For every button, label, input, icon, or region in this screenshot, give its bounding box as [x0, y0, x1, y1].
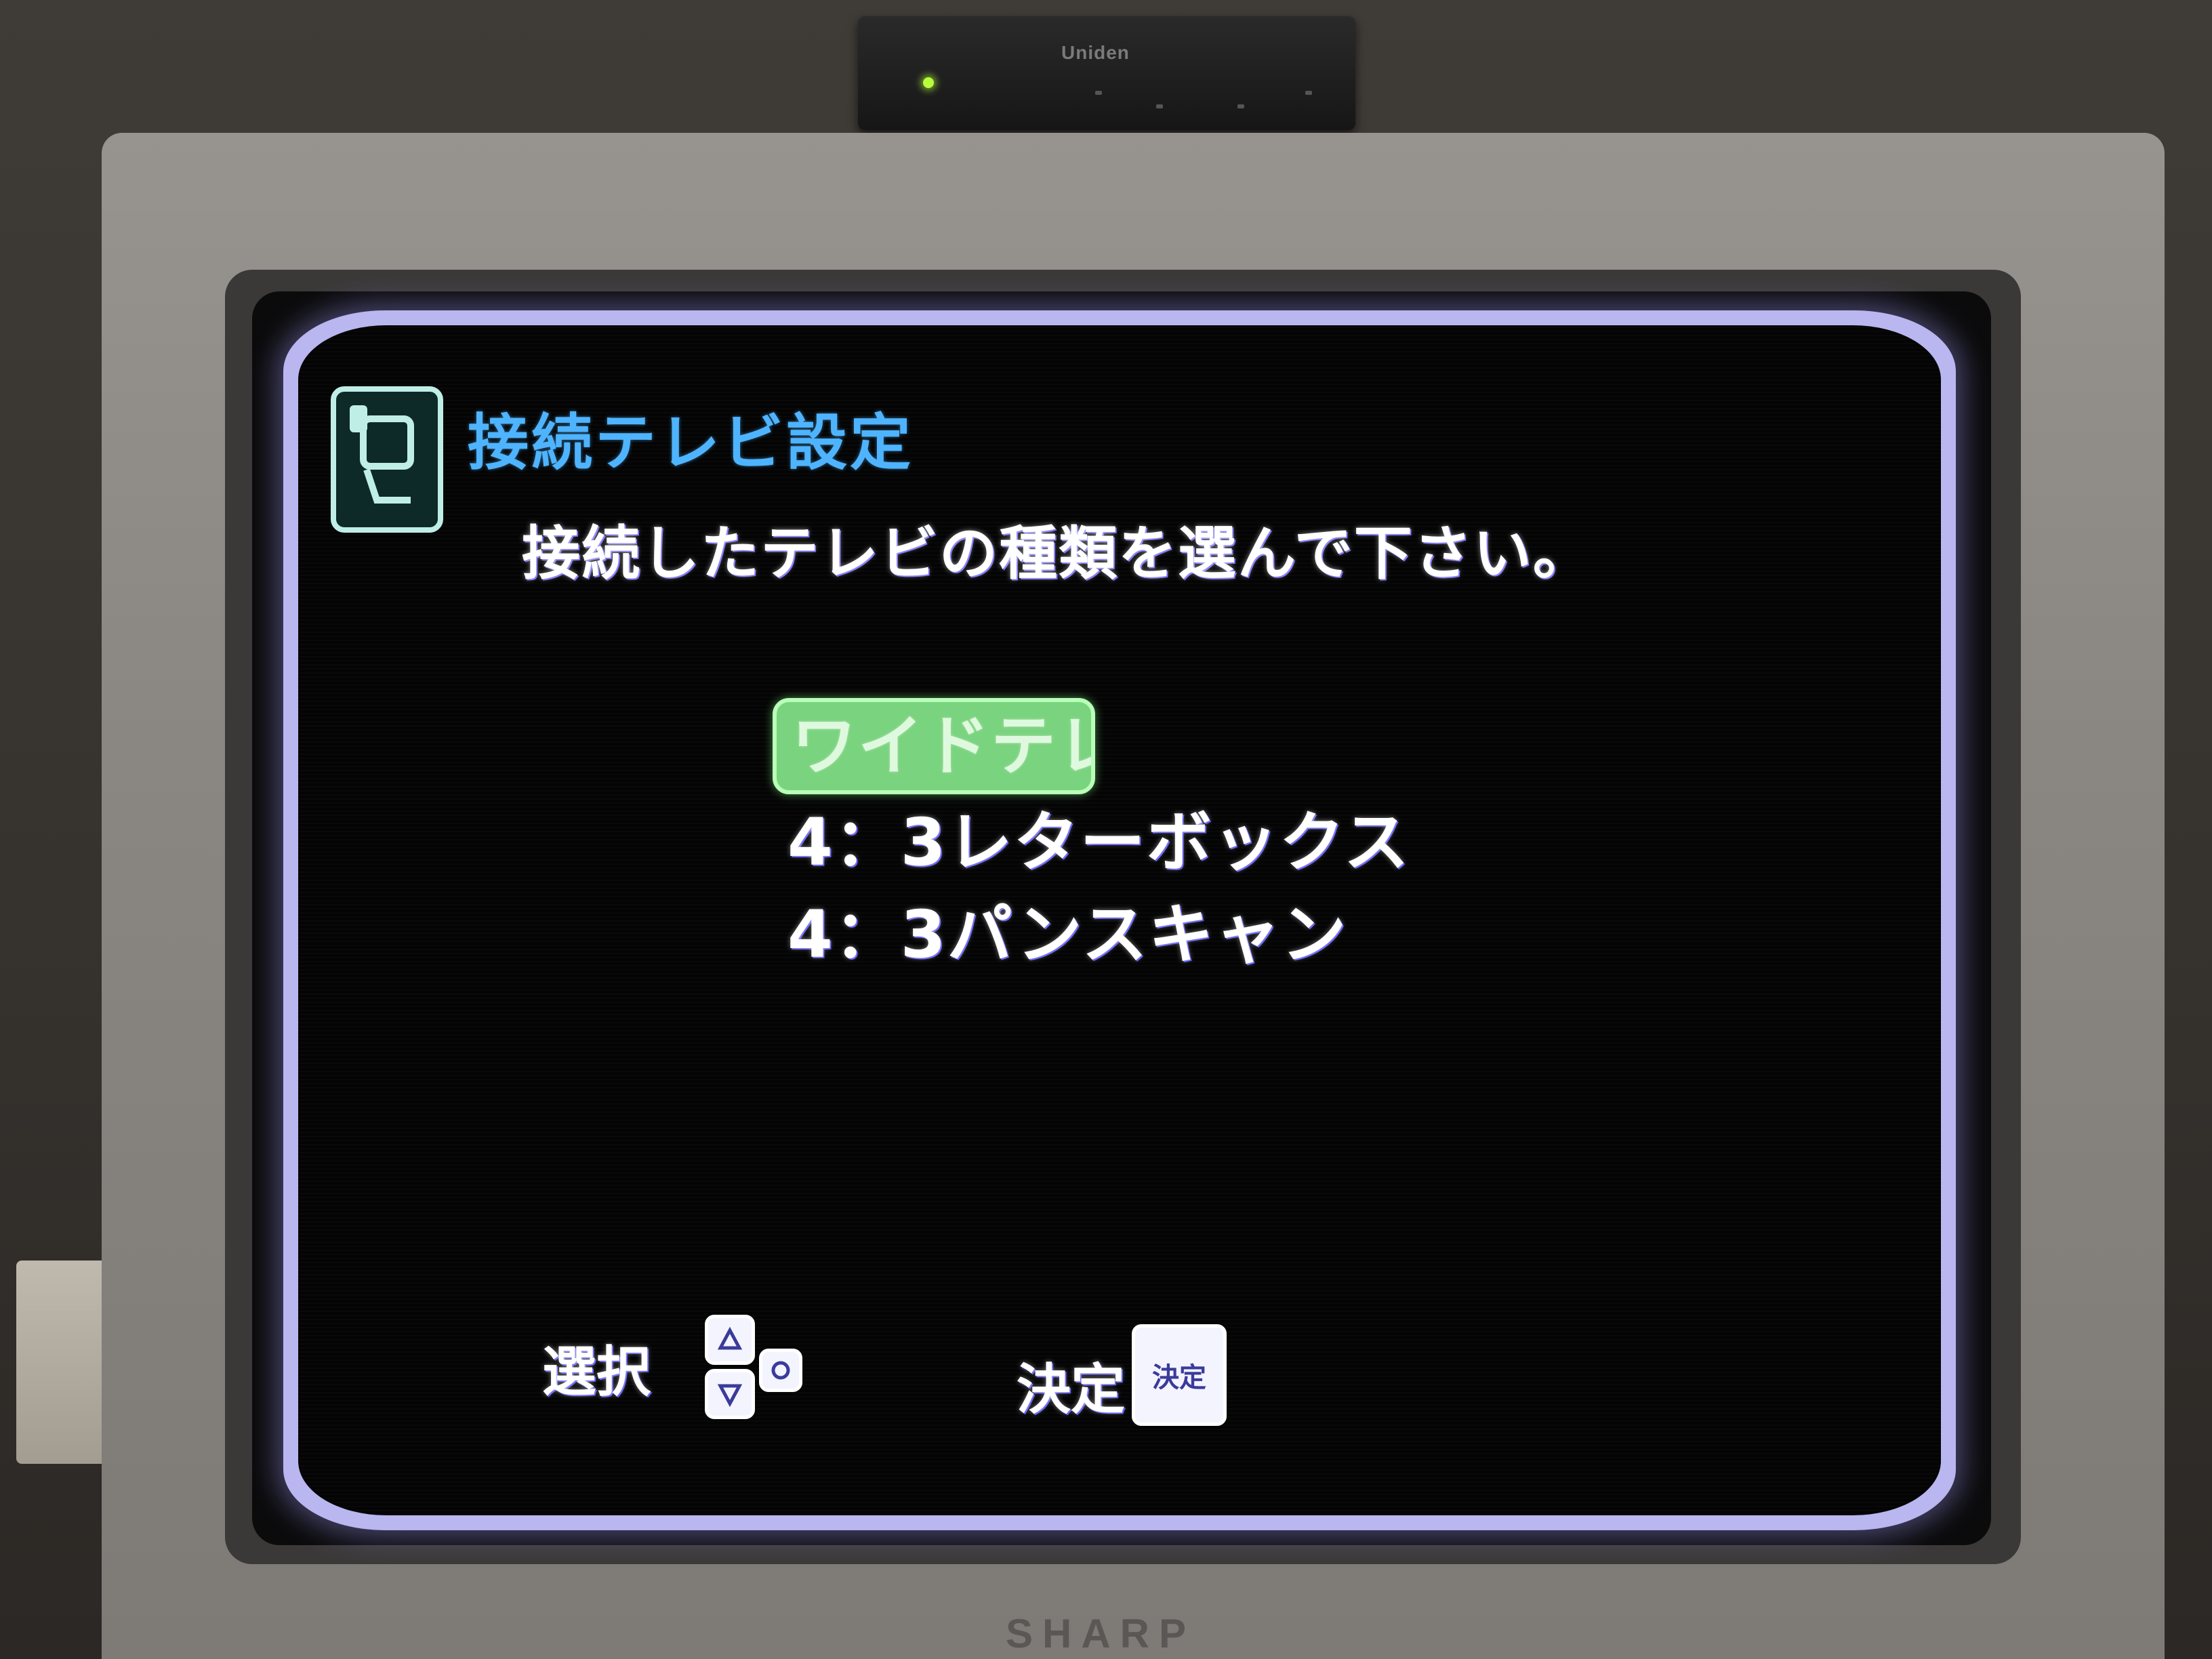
tv-brand: SHARP — [1005, 1611, 1196, 1656]
indicator-light-icon — [1305, 91, 1312, 95]
confirm-key[interactable]: 決定 — [1132, 1324, 1227, 1426]
option-panscan[interactable]: 4：3パンスキャン — [773, 890, 1425, 979]
tuner-box: Uniden — [858, 16, 1355, 130]
option-wide-tv[interactable]: ワイドテレビ — [773, 698, 1095, 794]
connection-settings-icon — [331, 386, 443, 533]
indicator-light-icon — [1237, 104, 1244, 108]
page-title: 接続テレビ設定 — [468, 407, 914, 478]
tv-connection-icon — [350, 405, 414, 504]
indicator-light-icon — [1156, 104, 1163, 108]
tv-screen: 接続テレビ設定 接続したテレビの種類を選んで下さい。 ワイドテレビ 4：3レター… — [298, 325, 1941, 1515]
down-arrow-icon[interactable] — [705, 1369, 755, 1419]
instruction-text: 接続したテレビの種類を選んで下さい。 — [522, 520, 1593, 588]
indicator-light-icon — [1095, 91, 1102, 95]
tuner-brand: Uniden — [1061, 42, 1130, 63]
confirm-key-label: 決定 — [1152, 1362, 1206, 1393]
power-led-icon — [923, 77, 934, 88]
up-arrow-icon[interactable] — [705, 1315, 755, 1365]
select-hint-label: 選択 — [542, 1340, 651, 1404]
confirm-hint-label: 決定 — [1017, 1358, 1125, 1421]
ok-button-icon[interactable] — [759, 1349, 802, 1392]
select-keys — [705, 1315, 766, 1419]
option-letterbox[interactable]: 4：3レターボックス — [773, 798, 1425, 886]
tv-type-options: ワイドテレビ 4：3レターボックス 4：3パンスキャン — [773, 698, 1425, 983]
